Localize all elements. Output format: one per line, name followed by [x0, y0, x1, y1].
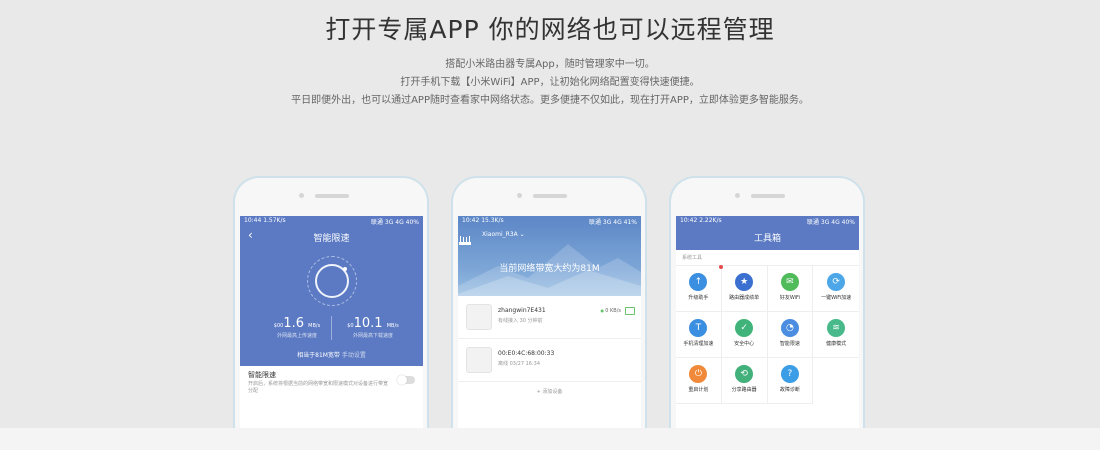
- tool-label: 分享路由器: [731, 387, 757, 393]
- question-icon: ?: [780, 365, 799, 383]
- router-selector[interactable]: Xiaomi_R3A ⌄: [482, 231, 525, 238]
- medal-icon: ★: [735, 273, 754, 291]
- tool-label: 重启计划: [688, 387, 709, 393]
- speaker-icon: [533, 194, 567, 198]
- speed-limit-icon: ◔: [780, 319, 799, 337]
- tool-label: 好友WiFi: [779, 295, 800, 301]
- phone-screen: 10:44 1.57K/s 联通 3G 4G 40% ‹ 智能限速 $001.6…: [240, 216, 423, 430]
- connection-icon: [625, 307, 635, 315]
- upload-speed: $001.6 MB/s 外网最高上传速度: [273, 316, 321, 339]
- speed-gauge-icon: [307, 256, 357, 306]
- tool-item[interactable]: ✓ 安全中心: [721, 312, 768, 358]
- tool-label: 一键WiFi加速: [821, 295, 852, 301]
- description-line-3: 平日即便外出，也可以通过APP随时查看家中网络状态。更多便捷不仅如此，现在打开A…: [291, 95, 809, 106]
- tool-label: 手机清理加速: [683, 341, 714, 347]
- chevron-down-icon: ⌄: [519, 231, 525, 238]
- speaker-icon: [751, 194, 785, 198]
- smart-limit-toggle[interactable]: [397, 375, 415, 385]
- download-speed: $010.1 MB/s 外网最高下载速度: [347, 316, 399, 339]
- page-description: 搭配小米路由器专属App，随时管理家中一切。 打开手机下载【小米WiFi】APP…: [0, 56, 1100, 110]
- tool-label: 路由器成绩单: [729, 295, 760, 301]
- camera-icon: [299, 193, 304, 198]
- wifi-boost-icon: ⟳: [827, 273, 846, 291]
- tool-item[interactable]: ↑ 升级助手: [676, 265, 723, 312]
- phone-screen: 10:42 2.22K/s 联通 3G 4G 40% 工具箱 系统工具 ↑ 升级助…: [676, 216, 859, 430]
- add-device-button[interactable]: + 添加设备: [458, 382, 641, 395]
- device-row[interactable]: 00:E0:4C:68:00:33 离线 03/27 16:34: [458, 339, 641, 382]
- chat-icon: ✉: [780, 273, 799, 291]
- shield-icon: ✓: [735, 319, 754, 337]
- tool-item[interactable]: ⟲ 分享路由器: [721, 358, 768, 404]
- bandwidth-headline: 当前网络带宽大约为81M: [499, 264, 600, 274]
- screen-title: 工具箱: [753, 234, 781, 244]
- tool-grid: ↑ 升级助手 ★ 路由器成绩单 ✉ 好友WiFi ⟳ 一键WiFi加速 T 手机清理加速 ✓ 安全中心…: [676, 265, 859, 404]
- status-bar: 10:44 1.57K/s 联通 3G 4G 40%: [244, 217, 419, 226]
- screen-title: 智能限速: [313, 234, 350, 244]
- upload-arrow-icon: ↑: [689, 273, 708, 291]
- camera-icon: [735, 193, 740, 198]
- tool-item[interactable]: ★ 路由器成绩单: [721, 266, 768, 312]
- tool-item[interactable]: ? 故障诊断: [767, 358, 814, 404]
- tool-item[interactable]: ⟳ 一键WiFi加速: [813, 266, 859, 312]
- restart-icon: ⏻: [689, 365, 708, 383]
- tool-label: 健康模式: [826, 341, 847, 347]
- tool-label: 故障诊断: [779, 387, 800, 393]
- device-icon: [466, 304, 492, 330]
- phone-screen: 10:42 15.3K/s 联通 3G 4G 41% Xiaomi_R3A ⌄ …: [458, 216, 641, 430]
- tool-item[interactable]: ⏻ 重启计划: [676, 358, 722, 404]
- tool-label: 智能限速: [779, 341, 800, 347]
- tool-item[interactable]: T 手机清理加速: [676, 312, 722, 358]
- description-line-2: 打开手机下载【小米WiFi】APP，让初始化网络配置变得快速便捷。: [400, 77, 700, 88]
- page-title: 打开专属APP 你的网络也可以远程管理: [325, 15, 775, 44]
- phone-toolbox: 10:42 2.22K/s 联通 3G 4G 40% 工具箱 系统工具 ↑ 升级助…: [669, 176, 865, 436]
- device-row[interactable]: zhangwin7E431 有线接入 30 分钟前 0 KB/s: [458, 296, 641, 339]
- status-bar: 10:42 2.22K/s 联通 3G 4G 40%: [680, 217, 855, 226]
- footer-band: [0, 428, 1100, 450]
- manual-setting-link[interactable]: 手动设置: [342, 352, 366, 359]
- health-wifi-icon: ≋: [827, 319, 846, 337]
- clean-icon: T: [689, 319, 708, 337]
- bandwidth-hint: 相当于81M宽带 手动设置: [297, 352, 366, 359]
- router-icon: [459, 236, 471, 245]
- tool-label: 升级助手: [688, 295, 709, 301]
- tool-item[interactable]: ◔ 智能限速: [767, 312, 814, 358]
- smart-limit-setting: 智能限速 开启后，系统将根据当前的网络带宽和限速模式对设备进行带宽分配: [240, 366, 423, 399]
- phone-speed-limit: 10:44 1.57K/s 联通 3G 4G 40% ‹ 智能限速 $001.6…: [233, 176, 429, 436]
- camera-icon: [517, 193, 522, 198]
- tool-item[interactable]: ✉ 好友WiFi: [767, 266, 814, 312]
- status-bar: 10:42 15.3K/s 联通 3G 4G 41%: [462, 217, 637, 226]
- speaker-icon: [315, 194, 349, 198]
- device-icon: [466, 347, 492, 373]
- tool-label: 安全中心: [734, 341, 755, 347]
- share-icon: ⟲: [735, 365, 754, 383]
- section-label: 系统工具: [676, 250, 859, 266]
- description-line-1: 搭配小米路由器专属App，随时管理家中一切。: [445, 59, 655, 70]
- phone-router-home: 10:42 15.3K/s 联通 3G 4G 41% Xiaomi_R3A ⌄ …: [451, 176, 647, 436]
- tool-item[interactable]: ≋ 健康模式: [813, 312, 859, 358]
